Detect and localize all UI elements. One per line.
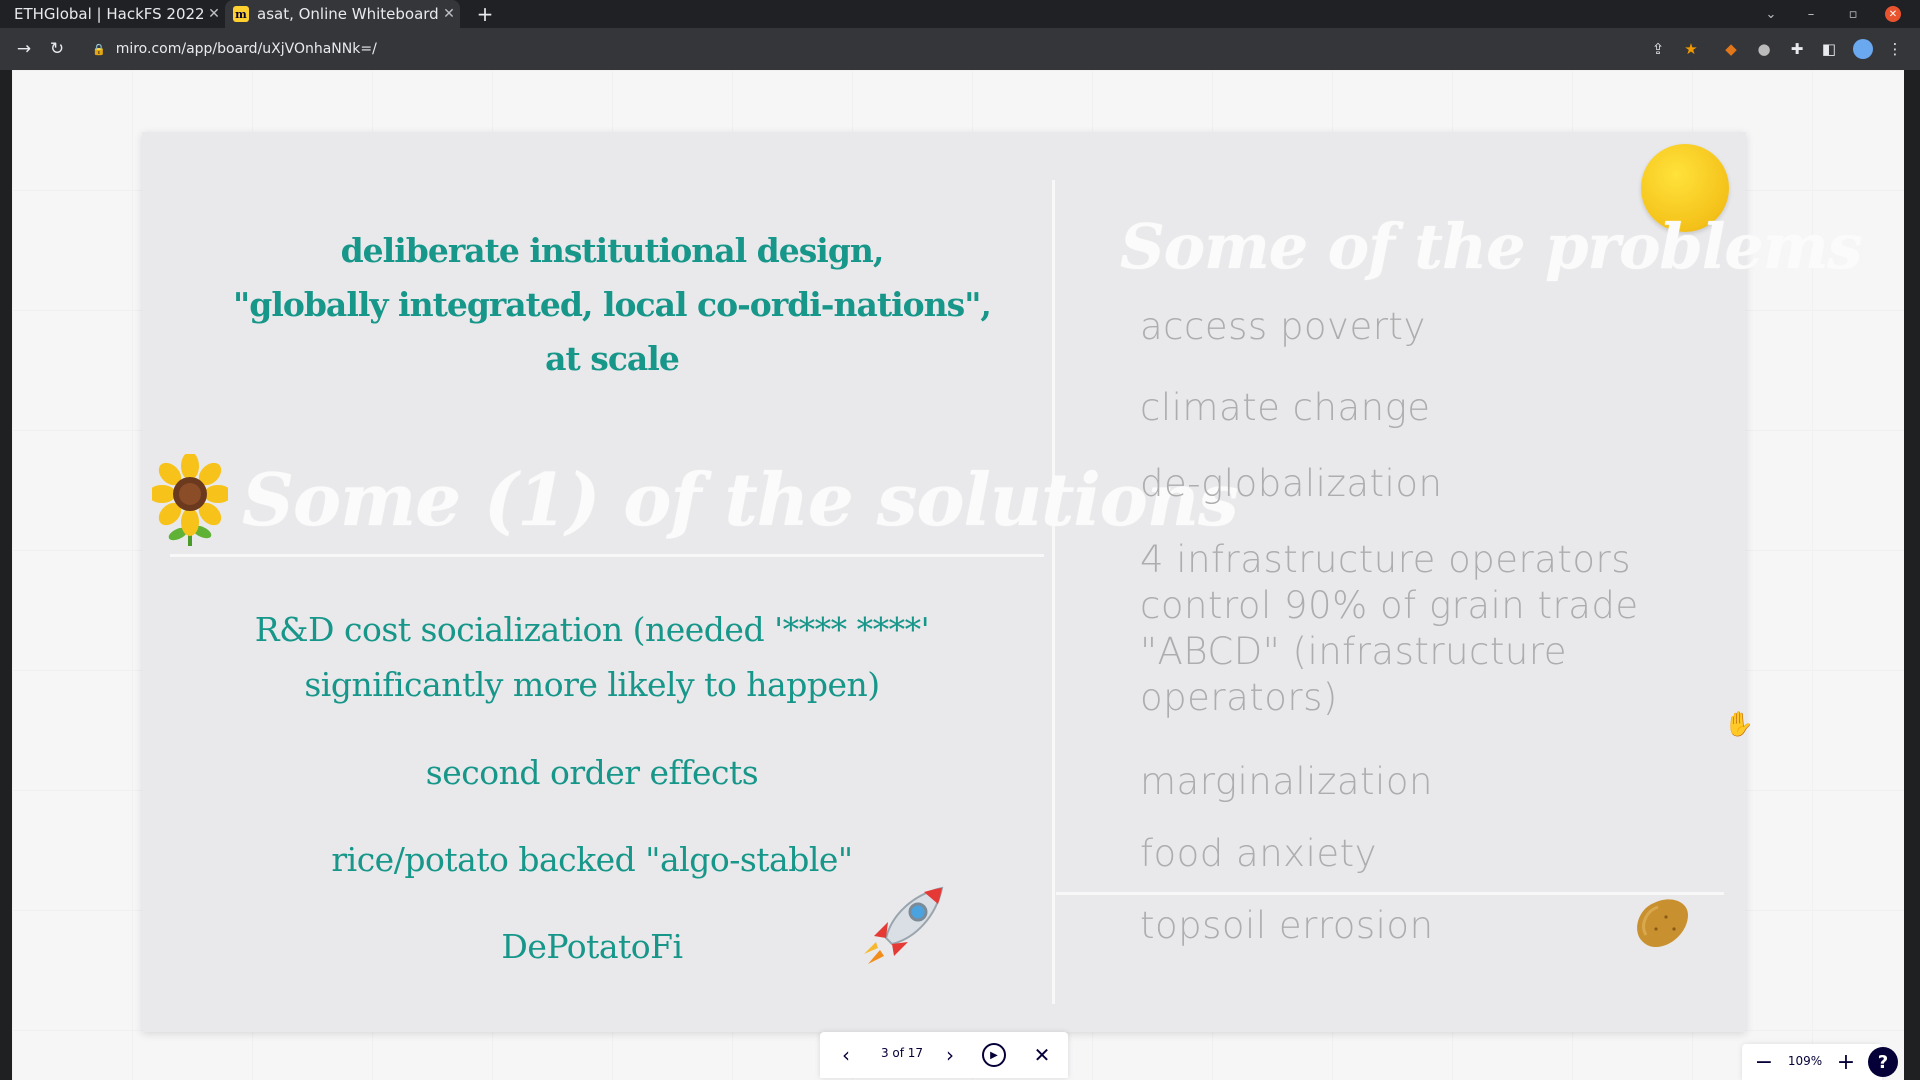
plus-icon: + (1836, 1049, 1856, 1075)
tab-title: ETHGlobal | HackFS 2022 (14, 5, 203, 23)
sunflower-icon (152, 454, 228, 546)
intro-line: "globally integrated, local co-ordi-nati… (233, 285, 992, 324)
address-bar[interactable]: 🔒 miro.com/app/board/uXjVOnhaNNk=/ (92, 35, 1662, 63)
problem-item: food anxiety (1140, 832, 1378, 875)
presentation-frame[interactable]: deliberate institutional design, "global… (142, 132, 1862, 1032)
minus-icon: − (1754, 1049, 1774, 1075)
exit-presentation-button[interactable]: ✕ (1028, 1041, 1056, 1069)
menu-icon[interactable]: ⋮ (1884, 38, 1906, 60)
hand-cursor-icon: ✋ (1724, 710, 1754, 738)
reload-icon: ↻ (49, 39, 65, 59)
problem-item: 4 infrastructure operators control 90% o… (1140, 538, 1639, 719)
solutions-title: Some (1) of the solutions (242, 457, 1239, 542)
intro-line: deliberate institutional design, (340, 231, 885, 270)
lock-icon: 🔒 (92, 42, 106, 56)
side-panel-icon[interactable]: ◧ (1818, 38, 1840, 60)
zoom-out-button[interactable]: − (1750, 1048, 1778, 1076)
close-icon: ✕ (1885, 6, 1901, 22)
share-icon[interactable]: ⇪ (1647, 38, 1669, 60)
reload-button[interactable]: ↻ (44, 36, 70, 62)
close-icon[interactable]: ✕ (203, 6, 225, 22)
potato-icon (1637, 899, 1688, 947)
problem-item: climate change (1140, 386, 1431, 429)
solutions-underline (170, 554, 1044, 557)
new-tab-button[interactable]: + (474, 3, 496, 25)
presentation-controls: ‹ 3 of 17 › ▶ ✕ (820, 1032, 1068, 1078)
tab-bar: ETHGlobal | HackFS 2022 ✕ m asat, Online… (0, 0, 1920, 28)
minimize-icon[interactable]: – (1794, 0, 1828, 28)
url-text: miro.com/app/board/uXjVOnhaNNk=/ (115, 41, 377, 57)
extension-icon[interactable]: ● (1753, 38, 1775, 60)
problem-item: marginalization (1140, 760, 1433, 803)
puzzle-icon[interactable]: ✚ (1786, 38, 1808, 60)
close-icon: ✕ (1033, 1043, 1051, 1067)
tab-search-icon[interactable]: ⌄ (1754, 0, 1788, 28)
metamask-extension-icon[interactable]: ◆ (1720, 38, 1742, 60)
close-icon[interactable]: ✕ (438, 6, 460, 22)
board-canvas[interactable]: deliberate institutional design, "global… (12, 70, 1904, 1080)
help-icon: ? (1877, 1051, 1889, 1073)
browser-toolbar: → ↻ 🔒 miro.com/app/board/uXjVOnhaNNk=/ ⇪… (0, 28, 1920, 70)
solution-line: R&D cost socialization (needed '**** ***… (254, 610, 930, 649)
intro-line: at scale (545, 339, 680, 378)
zoom-in-button[interactable]: + (1832, 1048, 1860, 1076)
next-slide-button[interactable]: › (936, 1041, 964, 1069)
avatar[interactable] (1852, 38, 1874, 60)
zoom-controls: − 109% + (1742, 1044, 1882, 1080)
solution-item: second order effects (425, 753, 759, 792)
solution-item: R&D cost socialization (needed '**** ***… (182, 602, 1002, 712)
play-button[interactable]: ▶ (980, 1041, 1008, 1069)
zoom-level[interactable]: 109% (1780, 1054, 1830, 1068)
intro-text: deliberate institutional design, "global… (212, 224, 1012, 386)
rocket-icon (864, 886, 944, 964)
tab-miro[interactable]: m asat, Online Whiteboard ✕ (225, 0, 460, 28)
maximize-icon[interactable]: ▫ (1836, 0, 1870, 28)
solution-line: significantly more likely to happen) (304, 665, 880, 704)
play-icon: ▶ (982, 1043, 1006, 1067)
window-close-button[interactable]: ✕ (1876, 0, 1910, 28)
arrow-right-icon: → (16, 39, 32, 59)
problems-divider (1056, 892, 1724, 895)
problem-item: de-globalization (1140, 462, 1443, 505)
forward-button[interactable]: → (11, 36, 37, 62)
vertical-divider (1052, 180, 1055, 1004)
problems-title: Some of the problems (1120, 210, 1862, 283)
previous-slide-button[interactable]: ‹ (832, 1041, 860, 1069)
chevron-left-icon: ‹ (842, 1043, 850, 1067)
problem-item: access poverty (1140, 305, 1426, 348)
help-button[interactable]: ? (1868, 1047, 1898, 1077)
star-icon[interactable]: ★ (1680, 38, 1702, 60)
tab-title: asat, Online Whiteboard (257, 5, 438, 23)
problem-item: topsoil errosion (1140, 904, 1434, 947)
page-counter: 3 of 17 (880, 1046, 924, 1060)
chevron-right-icon: › (946, 1043, 954, 1067)
solution-item: rice/potato backed "algo-stable" (331, 840, 853, 879)
tab-ethglobal[interactable]: ETHGlobal | HackFS 2022 ✕ (0, 0, 225, 28)
miro-favicon-icon: m (233, 6, 249, 22)
